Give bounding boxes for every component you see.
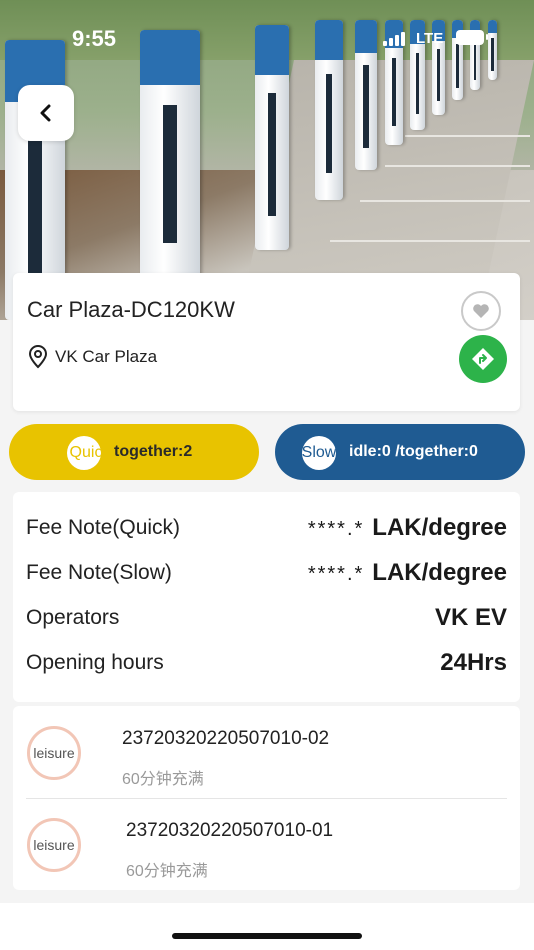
fee-unit: LAK/degree <box>372 559 507 586</box>
fee-value: ****.* LAK/degree <box>308 559 507 587</box>
charging-station-post <box>255 25 289 250</box>
station-location: VK Car Plaza <box>27 345 157 369</box>
fee-row-quick: Fee Note(Quick) ****.* LAK/degree <box>26 514 507 544</box>
back-button[interactable] <box>18 85 74 141</box>
favorite-button[interactable] <box>461 291 501 331</box>
quick-badge-label: Quic <box>69 444 101 461</box>
slow-count: idle:0 /together:0 <box>349 443 478 460</box>
fee-label: Fee Note(Slow) <box>26 561 172 584</box>
fee-label: Fee Note(Quick) <box>26 516 181 539</box>
station-info-card: Car Plaza-DC120KW VK Car Plaza <box>13 273 520 411</box>
battery-icon <box>456 30 488 45</box>
hero-parking-line <box>405 135 530 137</box>
operator-label: Operators <box>26 606 120 629</box>
station-name: Car Plaza-DC120KW <box>27 297 235 322</box>
signal-bars-icon <box>383 32 407 46</box>
slow-charger-summary[interactable]: Slow idle:0 /together:0 <box>275 424 525 480</box>
hero-parking-line <box>330 240 530 242</box>
charger-status-badge: leisure <box>27 726 81 780</box>
charger-status: leisure <box>33 837 75 853</box>
fee-value: ****.* LAK/degree <box>308 514 507 542</box>
operator-value: VK EV <box>434 604 507 631</box>
heart-icon <box>473 304 489 318</box>
fee-masked: ****.* <box>307 563 365 585</box>
navigate-button[interactable] <box>459 335 507 383</box>
charger-status: leisure <box>33 745 75 761</box>
charger-id: 23720320220507010-01 <box>126 820 334 841</box>
quick-charger-summary[interactable]: Quic together:2 <box>9 424 259 480</box>
slow-badge-label: Slow <box>302 444 336 461</box>
charger-id: 23720320220507010-02 <box>122 728 330 749</box>
fee-unit: LAK/degree <box>372 514 507 541</box>
charger-note: 60分钟充满 <box>122 771 204 788</box>
chevron-left-icon <box>40 104 51 122</box>
charger-list-item[interactable]: leisure 23720320220507010-02 60分钟充满 <box>13 706 520 798</box>
hero-parking-line <box>360 200 530 202</box>
fee-info-card: Fee Note(Quick) ****.* LAK/degree Fee Not… <box>13 492 520 702</box>
slow-badge: Slow <box>302 436 336 470</box>
quick-count: together:2 <box>114 443 193 460</box>
location-text: VK Car Plaza <box>55 347 158 366</box>
hero-parking-line <box>385 165 530 167</box>
charging-station-post <box>140 30 200 280</box>
status-time: 9:55 <box>72 26 117 51</box>
opening-hours-label: Opening hours <box>26 651 164 674</box>
quick-badge: Quic <box>67 436 101 470</box>
network-type: LTE <box>416 30 444 47</box>
status-bar: 9:55 LTE <box>0 24 534 54</box>
bottom-safe-area <box>0 903 534 950</box>
map-pin-icon <box>28 345 48 369</box>
charger-status-badge: leisure <box>27 818 81 872</box>
charger-list: leisure 23720320220507010-02 60分钟充满 leis… <box>13 706 520 890</box>
operator-row: Operators VK EV <box>26 604 507 634</box>
navigation-arrow-icon <box>472 348 494 370</box>
opening-hours-value: 24Hrs <box>440 649 507 676</box>
charger-list-item[interactable]: leisure 23720320220507010-01 60分钟充满 <box>13 798 520 890</box>
fee-row-slow: Fee Note(Slow) ****.* LAK/degree <box>26 559 507 589</box>
opening-hours-row: Opening hours 24Hrs <box>26 649 507 679</box>
fee-masked: ****.* <box>307 518 365 540</box>
charger-note: 60分钟充满 <box>126 863 208 880</box>
home-indicator[interactable] <box>172 933 362 939</box>
